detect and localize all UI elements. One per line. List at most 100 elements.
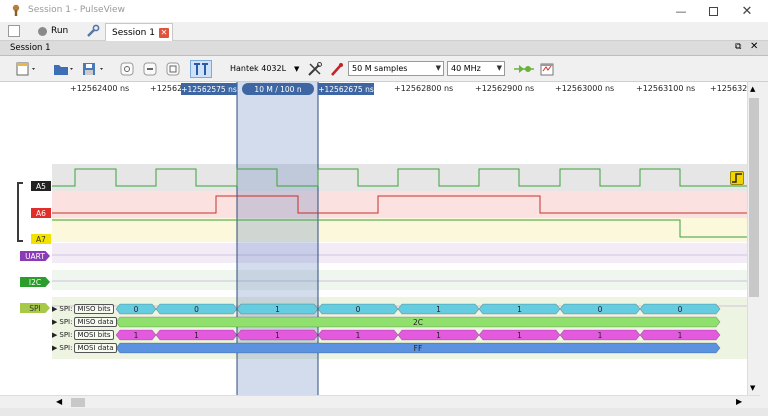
scroll-up-icon[interactable]: ▲ <box>750 85 755 93</box>
device-config-button[interactable] <box>306 60 324 78</box>
tab-bar: Run Session 1 ✕ <box>0 22 768 41</box>
spi-annotation-text: 1 <box>356 331 361 340</box>
spi-row-title-miso-data[interactable]: ▶ SPI: MISO data <box>52 316 117 327</box>
zoom-in-icon <box>120 62 134 76</box>
spi-row-prefix: SPI: <box>59 317 73 326</box>
tab-session-1[interactable]: Session 1 ✕ <box>105 23 173 41</box>
decoder-label-uart[interactable]: UART <box>20 251 50 261</box>
ruler-label: +12562400 ns <box>70 84 130 93</box>
scroll-right-icon[interactable]: ▶ <box>736 397 742 406</box>
dock-close-icon[interactable]: ✕ <box>750 41 758 52</box>
probe-config-button[interactable] <box>328 60 346 78</box>
cursor-left-marker[interactable]: +12562575 ns <box>181 83 237 95</box>
decoder-label-i2c[interactable]: I2C <box>20 277 50 287</box>
background-strip <box>0 408 768 416</box>
channel-label-a5[interactable]: A5 <box>31 181 51 191</box>
expand-triangle-icon: ▶ <box>52 317 58 326</box>
decoder-label-spi[interactable]: SPI <box>20 303 50 313</box>
save-button[interactable] <box>80 60 106 78</box>
decoder-name-i2c: I2C <box>28 277 42 287</box>
vertical-scrollbar[interactable]: ▲ ▼ <box>747 82 760 395</box>
folder-icon <box>54 65 73 75</box>
title-bar: Session 1 - PulseView — ✕ <box>0 0 768 22</box>
channel-label-a6[interactable]: A6 <box>31 208 51 218</box>
math-channel-button[interactable] <box>538 60 556 78</box>
spi-annotation-text: 0 <box>134 305 139 314</box>
decoder-name-spi: SPI <box>29 303 41 313</box>
spi-annotation-text: 0 <box>356 305 361 314</box>
spi-row-label: MISO bits <box>74 303 114 314</box>
channel-label-a7[interactable]: A7 <box>31 234 51 244</box>
cursor-toggle-button[interactable] <box>190 60 212 78</box>
maximize-button[interactable] <box>696 0 730 22</box>
vertical-scroll-thumb[interactable] <box>749 98 759 297</box>
tab-session-1-label: Session 1 <box>112 27 155 38</box>
run-label: Run <box>51 26 69 36</box>
save-icon <box>83 63 103 75</box>
cursor-pair-icon <box>194 63 208 75</box>
session-header-label: Session 1 <box>10 43 51 53</box>
spi-row-label: MOSI bits <box>74 329 114 340</box>
spi-row-prefix: SPI: <box>59 330 73 339</box>
spi-row-label: MOSI data <box>74 342 117 353</box>
rising-edge-icon[interactable] <box>730 171 744 185</box>
tab-close-icon[interactable]: ✕ <box>158 27 169 38</box>
scroll-down-icon[interactable]: ▼ <box>750 384 755 392</box>
spi-annotation-text: 1 <box>275 305 280 314</box>
trace-view[interactable]: 0 0 1 0 1 1 0 0 2C 1 1 1 1 1 1 1 1 FF +12562400 ns +125625… <box>0 82 747 395</box>
maximize-icon <box>708 6 718 16</box>
ruler-label: +12563100 ns <box>636 84 696 93</box>
cursor-right-marker[interactable]: +12562675 ns <box>318 83 374 95</box>
cursor-width-marker[interactable]: 10 M / 100 n <box>242 83 314 95</box>
spi-annotation-text: 1 <box>517 331 522 340</box>
zoom-in-button[interactable] <box>118 60 136 78</box>
run-icon <box>38 26 47 36</box>
spi-annotation-text: 1 <box>598 331 603 340</box>
sample-count-value: 50 M samples <box>352 64 408 73</box>
channel-name-a5: A5 <box>36 181 46 191</box>
cursor-left-label: +12562575 ns <box>181 84 237 94</box>
spi-annotation-text: 1 <box>134 331 139 340</box>
spi-annotation-text: 1 <box>275 331 280 340</box>
device-label[interactable]: Hantek 4032L <box>230 64 286 73</box>
run-button[interactable]: Run <box>38 24 68 38</box>
scroll-left-icon[interactable]: ◀ <box>56 397 62 406</box>
open-button[interactable] <box>52 60 76 78</box>
settings-tool-button[interactable] <box>86 24 100 38</box>
config-tools-icon <box>308 62 322 76</box>
spi-row-prefix: SPI: <box>59 343 73 352</box>
sample-rate-select[interactable]: 40 MHz ▼ <box>447 61 505 76</box>
uart-row-bg <box>52 243 747 263</box>
new-view-icon <box>16 62 35 76</box>
sample-rate-value: 40 MHz <box>451 64 481 73</box>
horizontal-scrollbar[interactable]: ◀ ▶ <box>0 395 760 408</box>
spi-row-title-mosi-bits[interactable]: ▶ SPI: MOSI bits <box>52 329 114 340</box>
zoom-fit-icon <box>166 62 180 76</box>
spi-annotation-text: 1 <box>517 305 522 314</box>
expand-triangle-icon: ▶ <box>52 343 58 352</box>
channel-group-bracket[interactable] <box>17 182 23 242</box>
new-session-button[interactable] <box>8 25 20 37</box>
add-decoder-button[interactable] <box>512 60 536 78</box>
horizontal-scroll-thumb[interactable] <box>71 398 85 407</box>
close-icon: ✕ <box>741 3 753 19</box>
zoom-fit-button[interactable] <box>164 60 182 78</box>
minimize-button[interactable]: — <box>664 0 698 22</box>
ruler-label: +12562900 ns <box>475 84 535 93</box>
window-title: Session 1 - PulseView <box>28 5 125 15</box>
spi-annotation-text: 2C <box>413 318 423 327</box>
ruler-label: +12563000 ns <box>555 84 615 93</box>
spi-row-title-miso-bits[interactable]: ▶ SPI: MISO bits <box>52 303 114 314</box>
zoom-out-button[interactable] <box>141 60 159 78</box>
device-dropdown-icon[interactable]: ▼ <box>294 65 299 73</box>
close-button[interactable]: ✕ <box>730 0 764 22</box>
spi-row-title-mosi-data[interactable]: ▶ SPI: MOSI data <box>52 342 117 353</box>
new-view-button[interactable] <box>14 60 38 78</box>
sample-count-select[interactable]: 50 M samples ▼ <box>348 61 444 76</box>
cursor-right-label: +12562675 ns <box>318 84 374 94</box>
session-header: Session 1 ⧉ ✕ <box>0 41 768 56</box>
spi-annotation-text: 1 <box>436 305 441 314</box>
float-icon[interactable]: ⧉ <box>735 42 741 52</box>
math-channel-icon <box>540 63 554 76</box>
minimize-icon: — <box>675 4 687 18</box>
